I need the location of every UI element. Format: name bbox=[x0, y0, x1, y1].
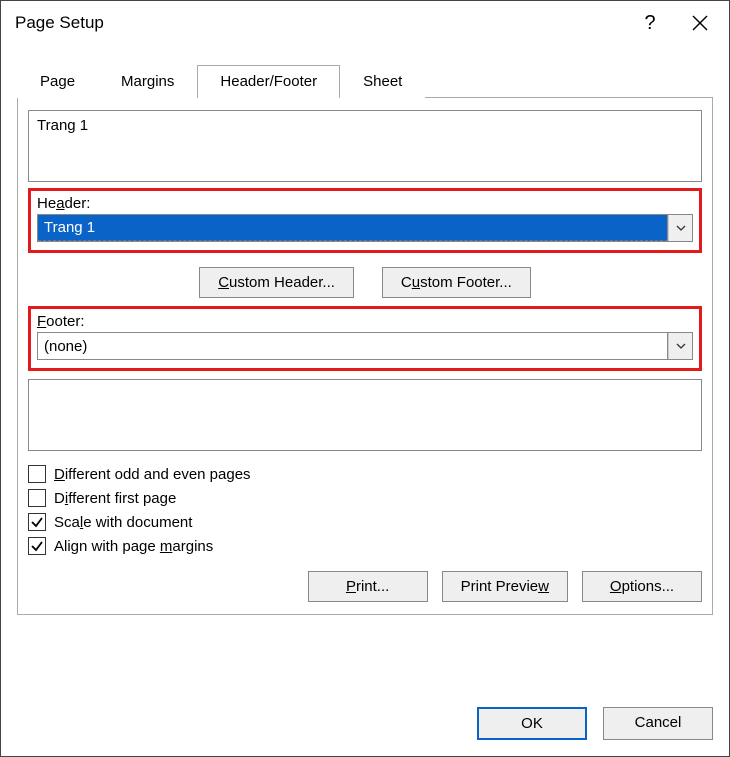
tab-margins[interactable]: Margins bbox=[98, 65, 197, 98]
chevron-down-icon bbox=[676, 343, 686, 349]
help-button[interactable]: ? bbox=[625, 1, 675, 45]
chk-scale-with-document[interactable]: Scale with document bbox=[28, 513, 702, 531]
header-label: Header: bbox=[37, 195, 693, 212]
tab-sheet[interactable]: Sheet bbox=[340, 65, 425, 98]
custom-buttons-row: Custom Header... Custom Footer... bbox=[28, 267, 702, 298]
chk-align-with-margins[interactable]: Align with page margins bbox=[28, 537, 702, 555]
chk-label: Different first page bbox=[54, 490, 176, 507]
titlebar: Page Setup ? bbox=[1, 1, 729, 45]
tab-panel: Trang 1 Header: Trang 1 Custom Header...… bbox=[17, 97, 713, 615]
dialog-button-row: OK Cancel bbox=[477, 707, 713, 740]
chk-label: Align with page margins bbox=[54, 538, 213, 555]
close-button[interactable] bbox=[675, 1, 725, 45]
chk-different-odd-even[interactable]: Different odd and even pages bbox=[28, 465, 702, 483]
chk-label: Scale with document bbox=[54, 514, 192, 531]
custom-footer-button[interactable]: Custom Footer... bbox=[382, 267, 531, 298]
footer-group-highlight: Footer: (none) bbox=[28, 306, 702, 371]
page-setup-dialog: Page Setup ? Page Margins Header/Footer … bbox=[0, 0, 730, 757]
chk-label: Different odd and even pages bbox=[54, 466, 251, 483]
chevron-down-icon bbox=[676, 225, 686, 231]
tab-strip: Page Margins Header/Footer Sheet bbox=[17, 65, 713, 98]
custom-header-button[interactable]: Custom Header... bbox=[199, 267, 354, 298]
panel-button-row: Print... Print Preview Options... bbox=[28, 571, 702, 602]
tab-page[interactable]: Page bbox=[17, 65, 98, 98]
checkbox-checked-icon bbox=[28, 537, 46, 555]
dialog-content: Page Margins Header/Footer Sheet Trang 1… bbox=[17, 65, 713, 740]
tab-header-footer[interactable]: Header/Footer bbox=[197, 65, 340, 98]
dialog-title: Page Setup bbox=[15, 13, 625, 33]
header-combo-value: Trang 1 bbox=[38, 215, 668, 241]
chk-different-first-page[interactable]: Different first page bbox=[28, 489, 702, 507]
header-combo[interactable]: Trang 1 bbox=[37, 214, 693, 242]
footer-combo-value: (none) bbox=[38, 333, 668, 359]
print-button[interactable]: Print... bbox=[308, 571, 428, 602]
header-group-highlight: Header: Trang 1 bbox=[28, 188, 702, 253]
header-combo-arrow[interactable] bbox=[668, 215, 692, 241]
checkbox-icon bbox=[28, 489, 46, 507]
footer-combo[interactable]: (none) bbox=[37, 332, 693, 360]
options-button[interactable]: Options... bbox=[582, 571, 702, 602]
ok-button[interactable]: OK bbox=[477, 707, 587, 740]
footer-preview bbox=[28, 379, 702, 451]
cancel-button[interactable]: Cancel bbox=[603, 707, 713, 740]
header-preview: Trang 1 bbox=[28, 110, 702, 182]
checkbox-checked-icon bbox=[28, 513, 46, 531]
print-preview-button[interactable]: Print Preview bbox=[442, 571, 568, 602]
checkbox-group: Different odd and even pages Different f… bbox=[28, 465, 702, 555]
close-icon bbox=[692, 15, 708, 31]
footer-label: Footer: bbox=[37, 313, 693, 330]
checkbox-icon bbox=[28, 465, 46, 483]
footer-combo-arrow[interactable] bbox=[668, 333, 692, 359]
